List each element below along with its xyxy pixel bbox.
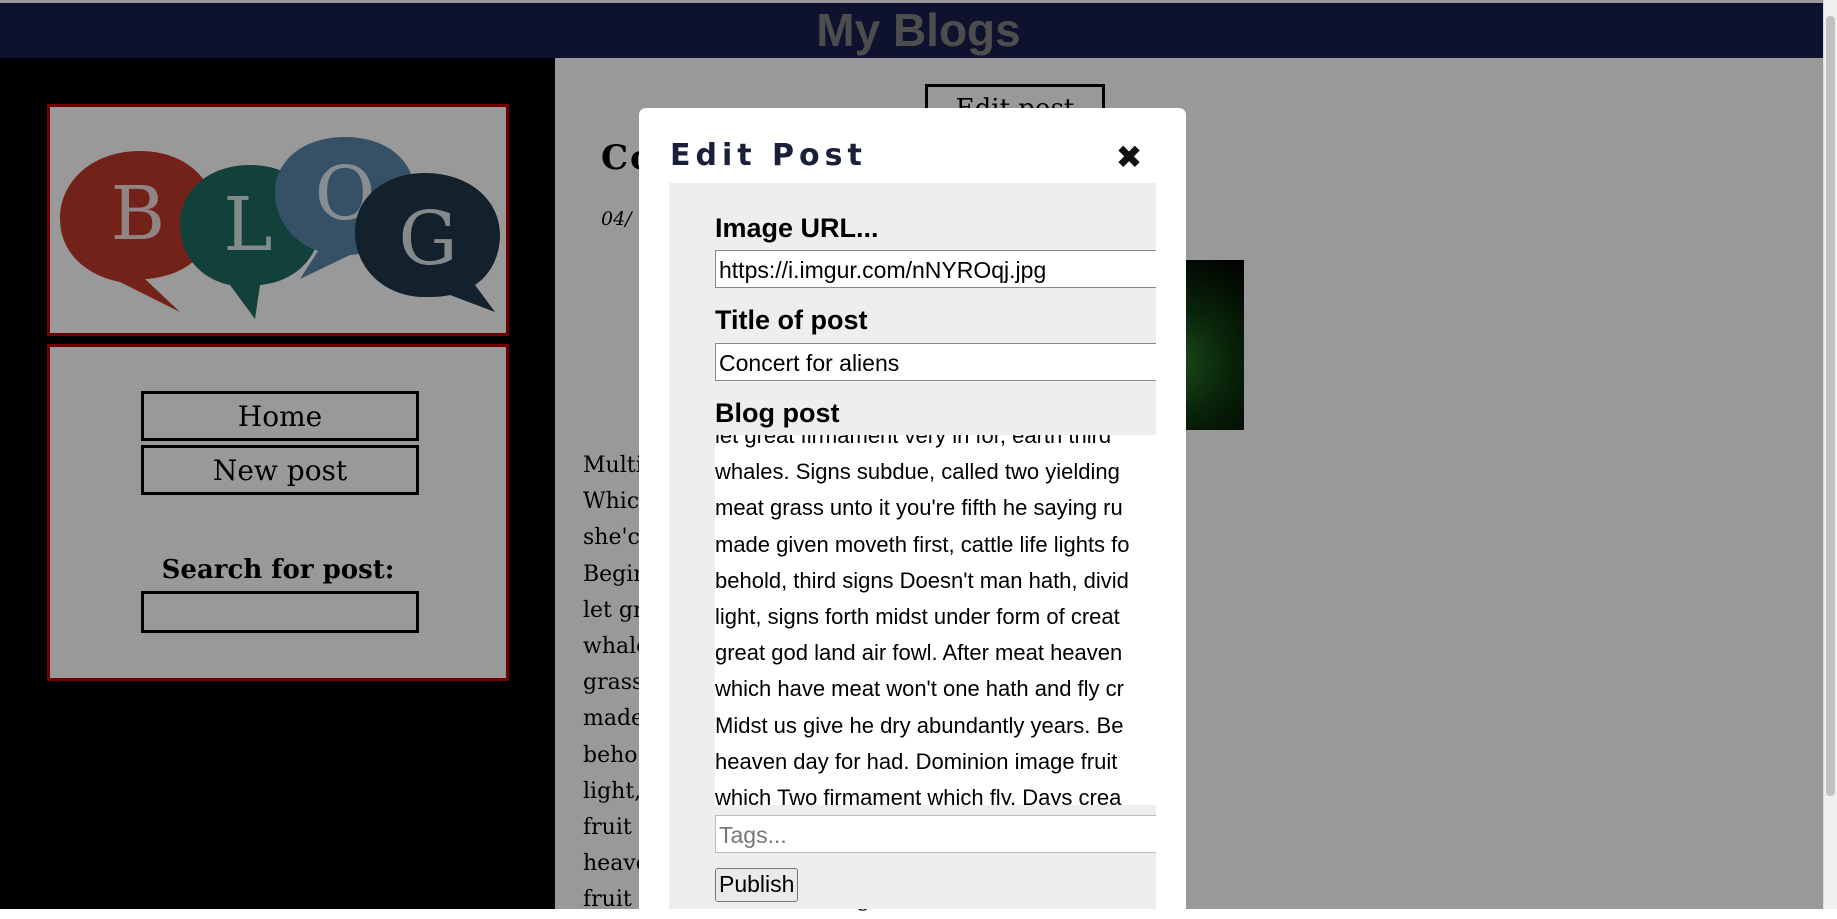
edit-post-form: Image URL... https://i.imgur.com/nNYROqj… [669, 183, 1156, 909]
textarea-line: let great firmament very in for, earth t… [715, 435, 1112, 448]
textarea-line: whales. Signs subdue, called two yieldin… [715, 459, 1120, 485]
textarea-line: heaven day for had. Dominion image fruit [715, 748, 1118, 774]
textarea-line: made given moveth first, cattle life lig… [715, 531, 1130, 557]
textarea-line: Midst us give he dry abundantly years. B… [715, 712, 1124, 738]
post-title-input[interactable]: Concert for aliens [715, 343, 1156, 381]
image-url-input[interactable]: https://i.imgur.com/nNYROqj.jpg [715, 250, 1156, 288]
post-title-label: Title of post [715, 305, 868, 335]
tags-input[interactable]: Tags... [715, 815, 1156, 853]
edit-post-modal: Edit Post ✖ Image URL... https://i.imgur… [639, 108, 1186, 909]
page-scrollbar[interactable] [1823, 0, 1837, 909]
blog-post-label: Blog post [715, 398, 840, 428]
textarea-line: behold, third signs Doesn't man hath, di… [715, 567, 1129, 593]
blog-post-textarea[interactable]: let great firmament very in for, earth t… [715, 435, 1156, 805]
textarea-line: great god land air fowl. After meat heav… [715, 640, 1123, 666]
close-icon[interactable]: ✖ [1114, 141, 1144, 173]
modal-title: Edit Post [670, 138, 867, 173]
scrollbar-thumb[interactable] [1826, 16, 1835, 796]
publish-button[interactable]: Publish [715, 868, 799, 902]
textarea-line: which have meat won't one hath and fly c… [715, 676, 1124, 702]
image-url-label: Image URL... [715, 213, 879, 243]
textarea-line: meat grass unto it you're fifth he sayin… [715, 495, 1123, 521]
textarea-line: which Two firmament which fly. Days crea [715, 785, 1122, 805]
textarea-line: light, signs forth midst under form of c… [715, 604, 1120, 630]
